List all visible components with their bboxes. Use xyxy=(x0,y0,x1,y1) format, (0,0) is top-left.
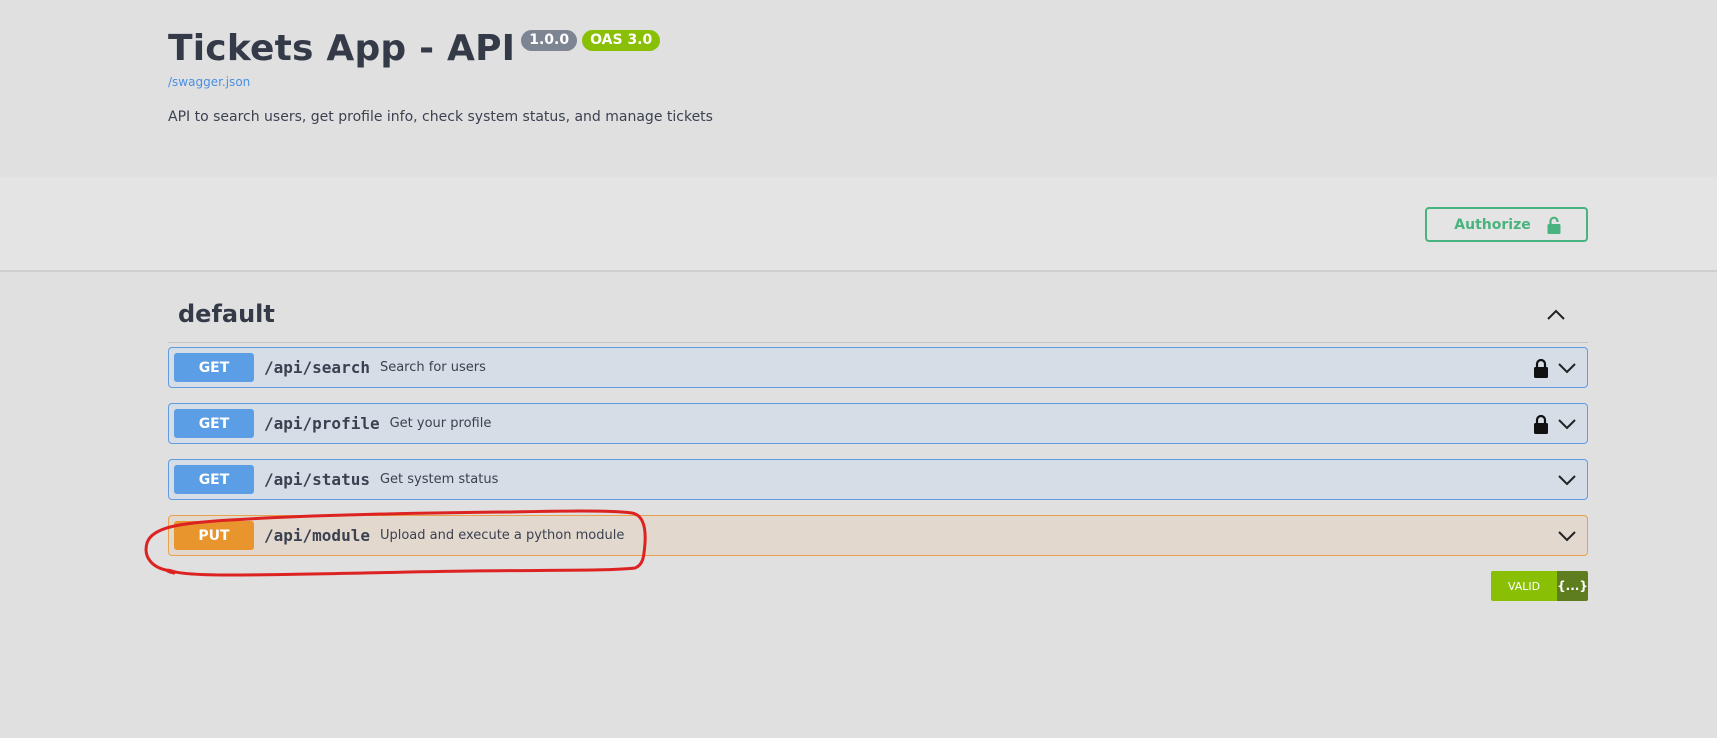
lock-icon[interactable] xyxy=(1533,358,1549,378)
annotation-circle xyxy=(144,509,647,577)
lock-icon[interactable] xyxy=(1533,414,1549,434)
method-badge: GET xyxy=(174,353,254,382)
chevron-down-icon[interactable] xyxy=(1557,417,1577,431)
method-badge: GET xyxy=(174,409,254,438)
page-title: Tickets App - API xyxy=(168,28,516,69)
operation-summary: Search for users xyxy=(379,360,486,375)
info-section: Tickets App - API 1.0.0 OAS 3.0 /swagger… xyxy=(0,0,1717,177)
chevron-up-icon[interactable] xyxy=(1546,307,1566,321)
operation-summary: Get system status xyxy=(379,472,499,487)
api-description: API to search users, get profile info, c… xyxy=(168,109,713,125)
oas-badge: OAS 3.0 xyxy=(582,30,661,51)
scheme-container: Authorize xyxy=(0,177,1717,272)
valid-label: VALID xyxy=(1491,571,1557,601)
operation-path: /api/status xyxy=(264,470,370,489)
title-row: Tickets App - API 1.0.0 OAS 3.0 xyxy=(168,27,661,71)
json-icon: {...} xyxy=(1557,571,1588,601)
operation-path: /api/profile xyxy=(264,414,380,433)
section-header-default[interactable]: default xyxy=(168,295,1588,343)
operation-get-api-status[interactable]: GET /api/status Get system status xyxy=(168,459,1588,500)
validator-badge[interactable]: VALID {...} xyxy=(1491,571,1588,601)
operation-path: /api/search xyxy=(264,358,370,377)
method-badge: GET xyxy=(174,465,254,494)
section-title: default xyxy=(178,300,275,328)
spec-url-link[interactable]: /swagger.json xyxy=(168,75,250,89)
chevron-down-icon[interactable] xyxy=(1557,529,1577,543)
version-badge: 1.0.0 xyxy=(521,30,578,51)
operation-get-api-profile[interactable]: GET /api/profile Get your profile xyxy=(168,403,1588,444)
operation-get-api-search[interactable]: GET /api/search Search for users xyxy=(168,347,1588,388)
operation-summary: Get your profile xyxy=(389,416,492,431)
authorize-label: Authorize xyxy=(1454,216,1531,233)
unlocked-icon xyxy=(1547,216,1561,234)
chevron-down-icon[interactable] xyxy=(1557,473,1577,487)
chevron-down-icon[interactable] xyxy=(1557,361,1577,375)
authorize-button[interactable]: Authorize xyxy=(1425,207,1588,242)
